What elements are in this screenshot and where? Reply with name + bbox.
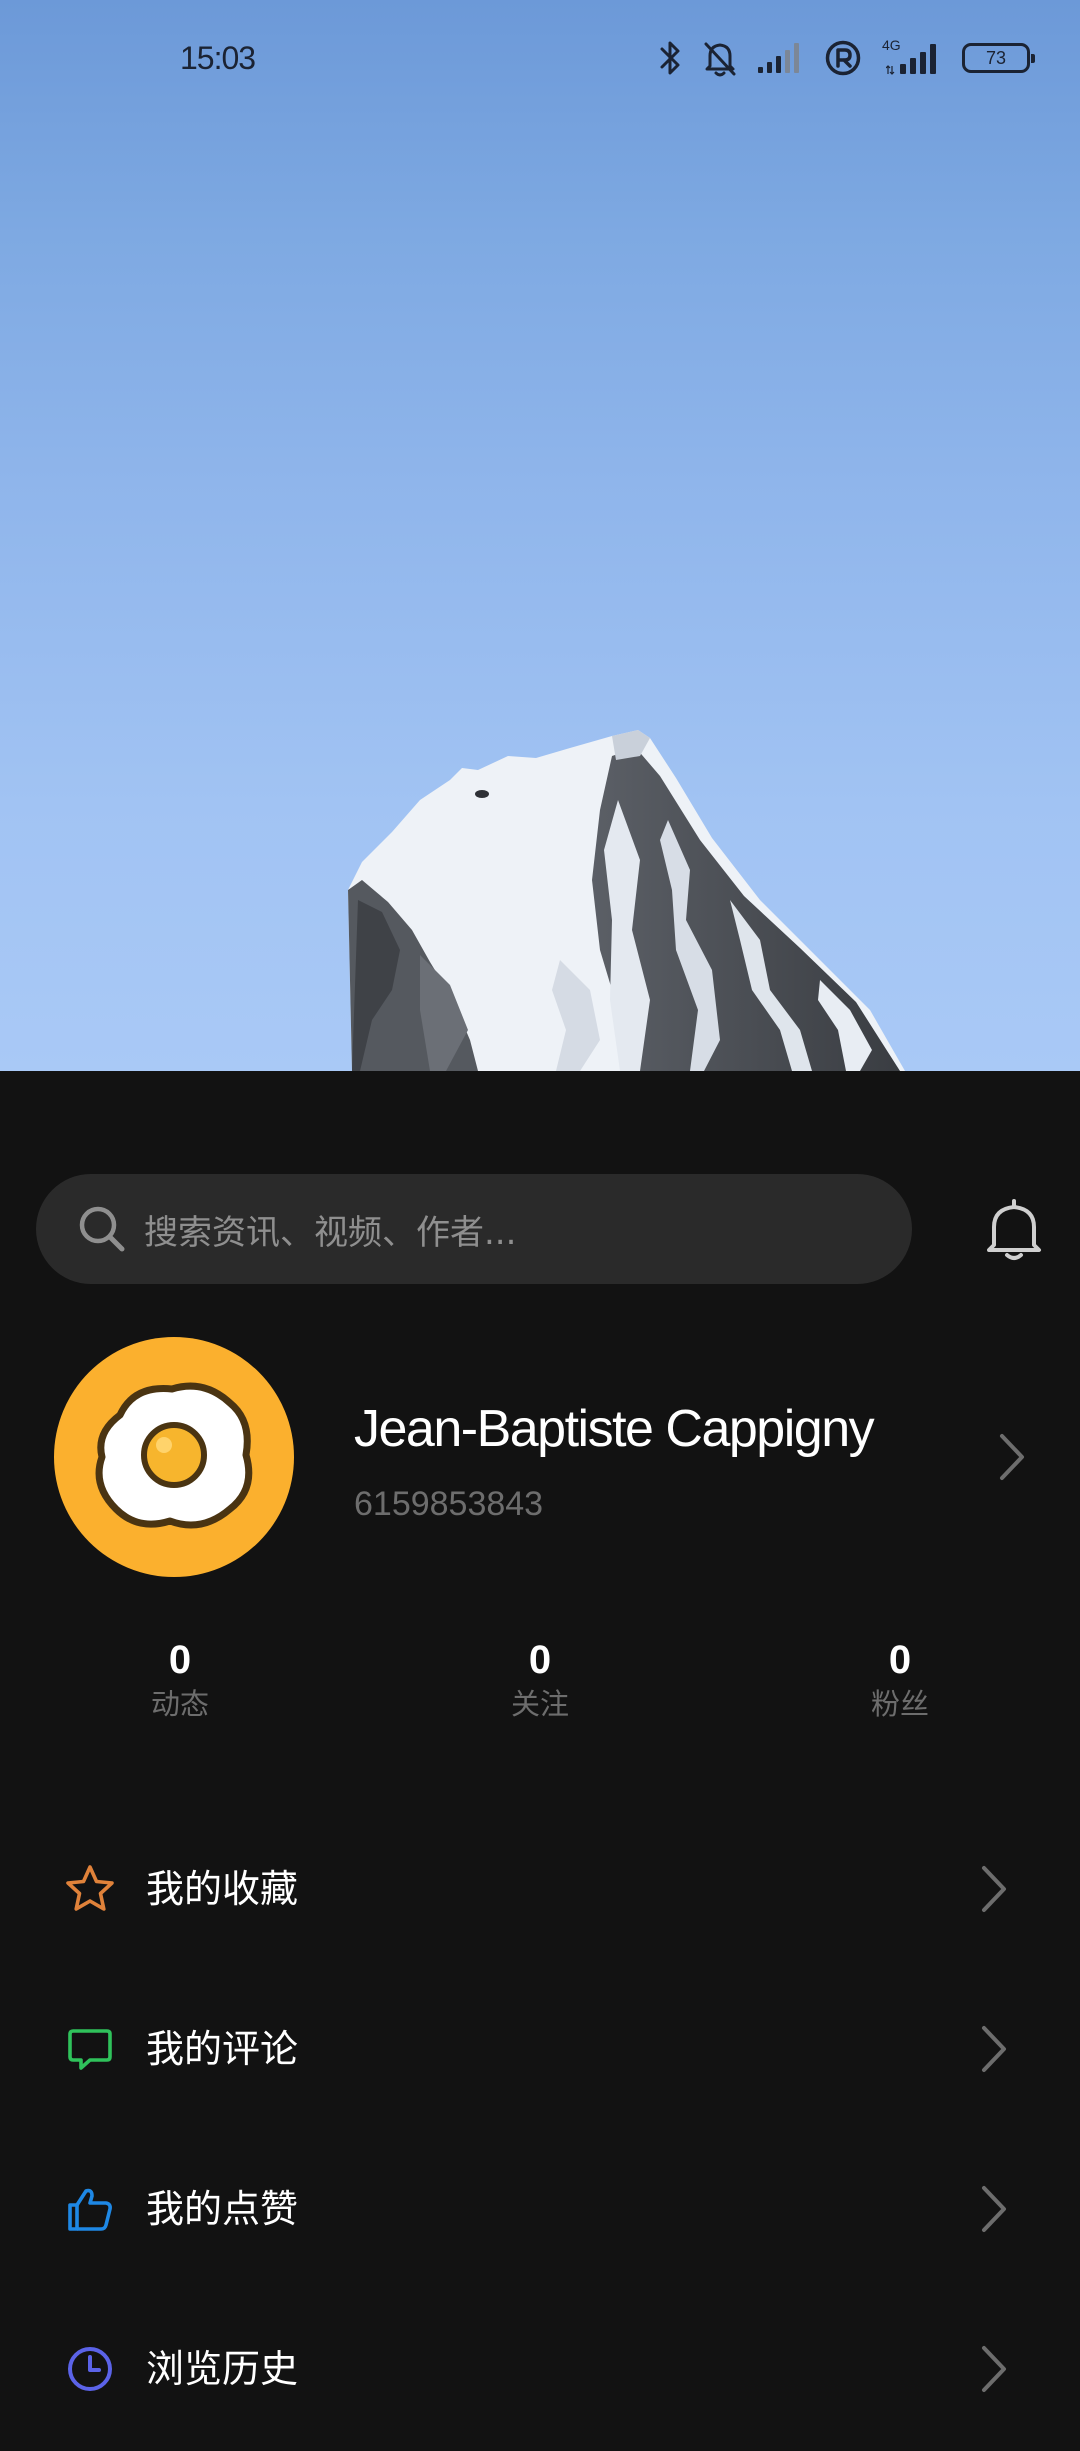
menu-item-comments[interactable]: 我的评论 (0, 1971, 1080, 2131)
search-row: 搜索资讯、视频、作者... (36, 1174, 1044, 1284)
signal-4g-icon: 4G (880, 38, 944, 78)
registered-icon (825, 40, 861, 76)
stat-value: 0 (168, 1638, 192, 1682)
chevron-right-icon (982, 2346, 1006, 2392)
profile-id: 6159853843 (354, 1485, 544, 1523)
stat-label: 关注 (510, 1687, 569, 1721)
profile-name: Jean-Baptiste Cappigny (354, 1400, 875, 1458)
profile-menu: 我的收藏 我的评论 我的点赞 浏览历史 (0, 1811, 1080, 2451)
avatar[interactable] (54, 1337, 294, 1577)
stat-posts[interactable]: 0 动态 (100, 1636, 260, 1724)
stat-label: 动态 (150, 1687, 209, 1721)
profile-panel: 搜索资讯、视频、作者... Jean-Baptiste Cappigny 615… (0, 1071, 1080, 2392)
clock-icon (68, 2347, 112, 2391)
chevron-right-icon (982, 2186, 1006, 2232)
thumbs-up-icon (68, 2188, 112, 2231)
stat-followers[interactable]: 0 粉丝 (820, 1636, 980, 1724)
battery-icon: 73 (962, 43, 1035, 73)
stat-value: 0 (528, 1638, 552, 1682)
chevron-right-icon (982, 2026, 1006, 2072)
mountain-illustration (348, 730, 905, 1071)
profile-cover-image (0, 0, 1080, 1071)
fried-egg-avatar-icon (95, 1382, 253, 1529)
menu-item-likes[interactable]: 我的点赞 (0, 2131, 1080, 2291)
status-bar: 15:03 4G 73 (0, 0, 1080, 120)
notification-bell-icon[interactable] (984, 1199, 1044, 1261)
search-icon (79, 1206, 125, 1252)
chevron-right-icon (982, 1866, 1006, 1912)
search-placeholder: 搜索资讯、视频、作者... (144, 1212, 517, 1253)
signal-icon (758, 43, 799, 73)
profile-header[interactable]: Jean-Baptiste Cappigny 6159853843 (54, 1337, 1044, 1577)
menu-item-label: 我的评论 (146, 2027, 299, 2071)
search-bar[interactable]: 搜索资讯、视频、作者... (36, 1174, 912, 1284)
chevron-right-icon (1000, 1434, 1024, 1480)
status-icons: 4G 73 (658, 36, 1035, 80)
stats-row: 0 动态 0 关注 0 粉丝 (0, 1636, 1080, 1736)
battery-level: 73 (985, 47, 1007, 68)
menu-item-label: 我的收藏 (146, 1867, 299, 1911)
menu-item-label: 浏览历史 (146, 2347, 299, 2391)
menu-item-label: 我的点赞 (146, 2187, 299, 2231)
star-icon (66, 1865, 114, 1911)
stat-following[interactable]: 0 关注 (460, 1636, 620, 1724)
bluetooth-icon (660, 41, 680, 75)
bell-muted-icon (704, 42, 736, 77)
comment-icon (68, 2029, 112, 2070)
stat-label: 粉丝 (870, 1687, 929, 1721)
menu-item-history[interactable]: 浏览历史 (0, 2291, 1080, 2451)
status-time: 15:03 (180, 40, 256, 76)
stat-value: 0 (888, 1638, 912, 1682)
menu-item-favorites[interactable]: 我的收藏 (0, 1811, 1080, 1971)
